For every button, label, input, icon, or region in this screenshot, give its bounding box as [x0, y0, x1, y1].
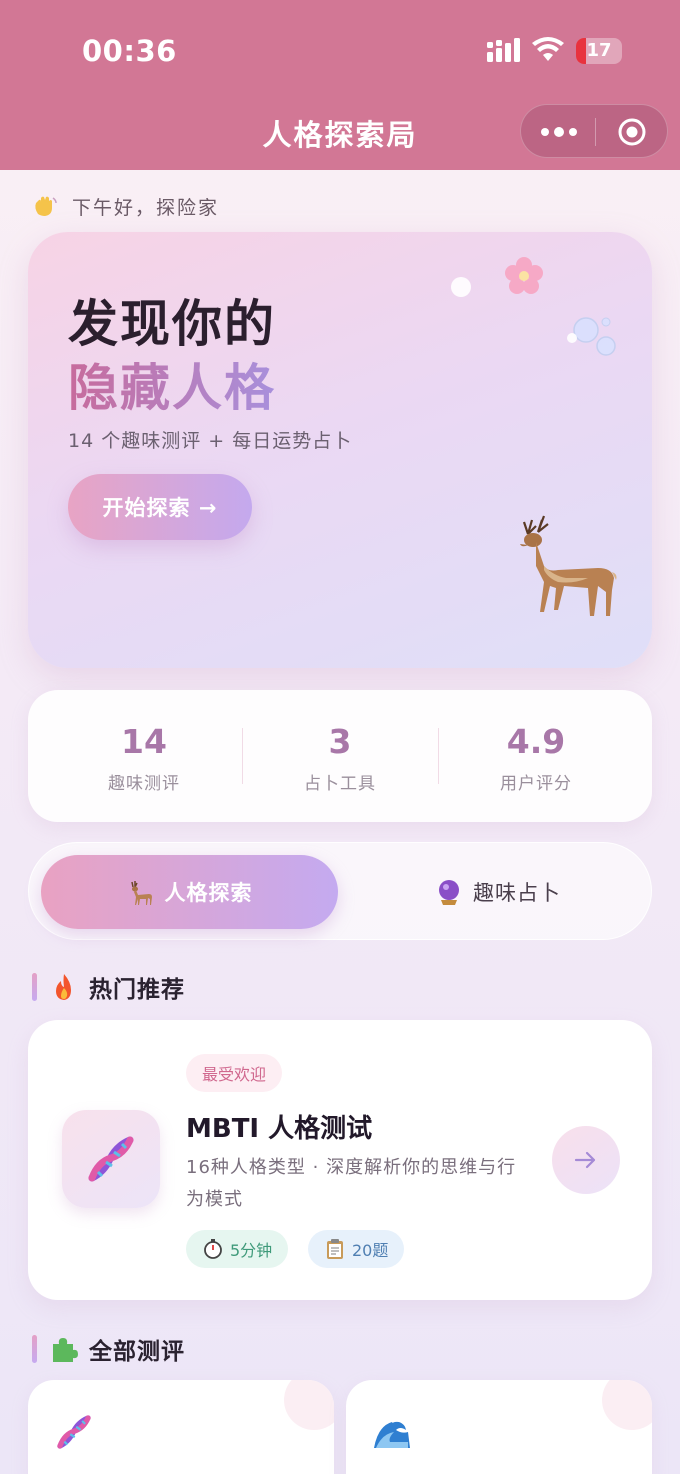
capsule-divider — [595, 118, 596, 146]
category-tabs: 人格探索 趣味占卜 — [28, 842, 652, 940]
test-card[interactable] — [28, 1380, 334, 1474]
cherry-blossom-icon — [505, 257, 543, 294]
stat-tests: 14 趣味测评 — [40, 690, 248, 822]
tab-personality[interactable]: 人格探索 — [41, 855, 338, 929]
featured-title: MBTI 人格测试 — [186, 1114, 373, 1144]
card-corner-decoration — [284, 1380, 334, 1430]
deer-icon — [520, 515, 617, 616]
questions-pill: 20题 — [308, 1230, 405, 1268]
featured-go-button[interactable] — [552, 1126, 620, 1194]
stat-label: 占卜工具 — [304, 774, 376, 794]
hero-headline: 发现你的 — [68, 295, 276, 353]
stopwatch-icon — [204, 1239, 222, 1259]
stat-label: 用户评分 — [500, 774, 572, 794]
popular-badge: 最受欢迎 — [186, 1054, 283, 1092]
waving-hand-icon — [32, 196, 72, 219]
bubbles-icon — [567, 317, 616, 356]
featured-icon-box — [62, 1110, 160, 1208]
hero-card: 发现你的 隐藏人格 14 个趣味测评 + 每日运势占卜 开始探索 → — [28, 232, 652, 668]
stat-label: 趣味测评 — [108, 774, 180, 794]
hero-subtitle: 14 个趣味测评 + 每日运势占卜 — [68, 430, 353, 452]
tab-label: 趣味占卜 — [473, 881, 561, 905]
clipboard-icon — [327, 1239, 343, 1259]
stat-value: 3 — [328, 722, 352, 761]
dna-icon — [57, 1415, 91, 1449]
featured-description: 16种人格类型 · 深度解析你的思维与行为模式 — [186, 1157, 517, 1210]
wifi-icon — [532, 37, 564, 61]
crystal-ball-icon — [439, 880, 459, 905]
section-all-header: 全部测评 — [32, 1332, 185, 1366]
dna-icon — [88, 1136, 134, 1182]
duration-text: 5分钟 — [230, 1241, 273, 1260]
greeting: 下午好，探险家 — [32, 193, 219, 220]
start-explore-button[interactable]: 开始探索 → — [68, 474, 252, 540]
stat-value: 4.9 — [506, 722, 566, 761]
deer-icon — [130, 881, 152, 905]
section-accent-bar — [32, 973, 37, 1001]
questions-text: 20题 — [352, 1241, 389, 1260]
fire-icon — [56, 974, 71, 1000]
arrow-right-icon — [574, 1151, 596, 1169]
hero-headline-accent: 隐藏人格 — [68, 348, 276, 420]
section-title: 热门推荐 — [89, 977, 185, 1003]
status-time: 00:36 — [82, 34, 177, 68]
battery-indicator: 17 — [576, 38, 622, 64]
featured-test-card[interactable]: 最受欢迎 MBTI 人格测试 16种人格类型 · 深度解析你的思维与行为模式 5… — [28, 1020, 652, 1300]
stat-rating: 4.9 用户评分 — [432, 690, 640, 822]
target-circle-icon[interactable] — [617, 117, 647, 147]
top-bar: 00:36 17 人格探索局 — [0, 0, 680, 170]
wave-icon — [374, 1419, 410, 1448]
signal-icon — [487, 38, 520, 62]
puzzle-icon — [53, 1338, 78, 1362]
stats-panel: 14 趣味测评 3 占卜工具 4.9 用户评分 — [28, 690, 652, 822]
tab-label: 人格探索 — [164, 881, 253, 905]
section-hot-header: 热门推荐 — [32, 970, 185, 1004]
more-dots-icon[interactable] — [539, 119, 579, 145]
mini-program-capsule — [520, 104, 668, 158]
stat-value: 14 — [121, 722, 167, 761]
bubble-decoration — [451, 277, 471, 297]
greeting-text: 下午好，探险家 — [72, 197, 220, 219]
section-accent-bar — [32, 1335, 37, 1363]
duration-pill: 5分钟 — [186, 1230, 289, 1268]
card-corner-decoration — [602, 1380, 652, 1430]
tab-fortune[interactable]: 趣味占卜 — [355, 855, 641, 929]
test-card[interactable] — [346, 1380, 652, 1474]
section-title: 全部测评 — [89, 1339, 185, 1365]
battery-percent: 17 — [586, 40, 612, 61]
stat-tools: 3 占卜工具 — [236, 690, 444, 822]
